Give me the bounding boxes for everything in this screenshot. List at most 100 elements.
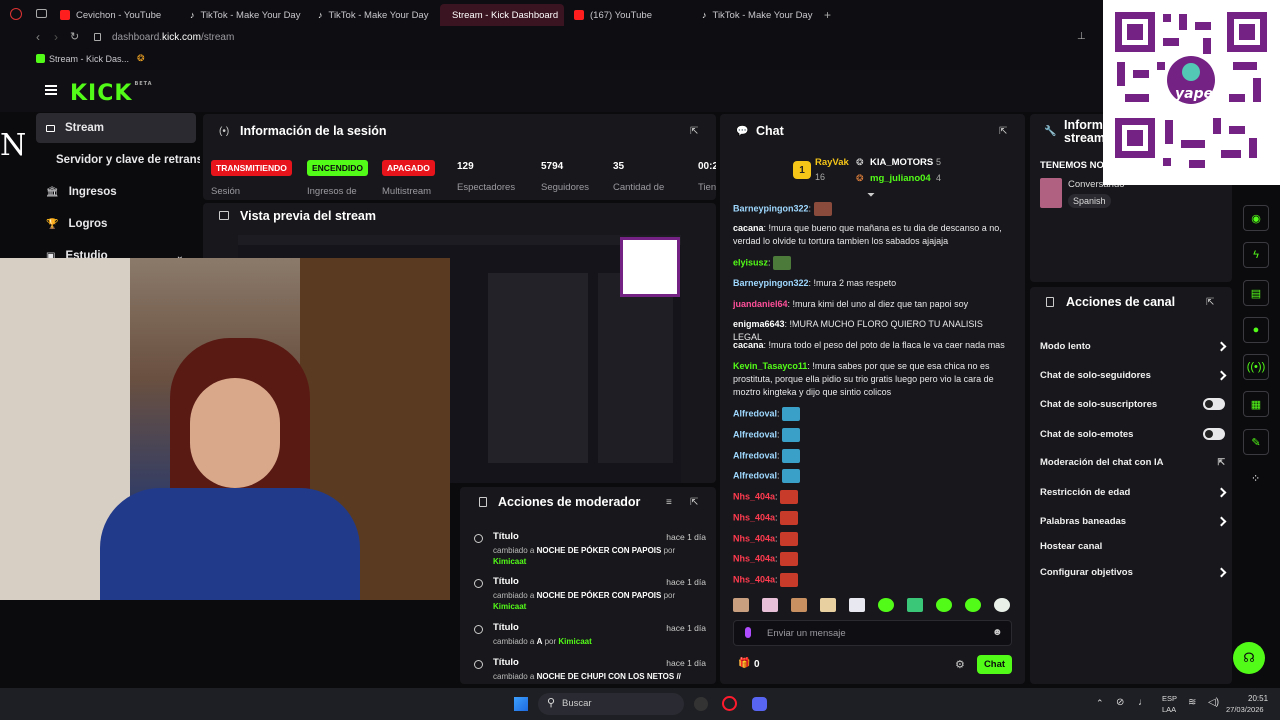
chat-username[interactable]: Alfredoval xyxy=(733,429,777,439)
opera-logo-icon[interactable] xyxy=(10,8,22,20)
chat-username[interactable]: Nhs_404a xyxy=(733,574,775,584)
discord-icon[interactable] xyxy=(752,697,767,711)
browser-tab-6[interactable]: ♪ TikTok - Make Your Day xyxy=(696,4,824,26)
chat-username[interactable]: Alfredoval xyxy=(733,408,777,418)
popout-icon[interactable]: ⇱ xyxy=(690,126,698,137)
chat-username[interactable]: Alfredoval xyxy=(733,470,777,480)
channel-action-row[interactable]: Configurar objetivos xyxy=(1040,562,1227,582)
emote-icon[interactable] xyxy=(907,598,923,612)
wrench-icon[interactable]: ✎ xyxy=(1243,429,1269,455)
apps-icon[interactable]: ⁘ xyxy=(1251,472,1260,485)
clock-time[interactable]: 20:51 xyxy=(1248,694,1268,703)
new-tab-button[interactable]: + xyxy=(824,8,831,22)
chat-username[interactable]: Barneypingon322 xyxy=(733,278,809,288)
chat-username[interactable]: juandaniel64 xyxy=(733,299,788,309)
bookmark-icon[interactable]: ❂ xyxy=(137,53,145,64)
emote-icon[interactable] xyxy=(878,598,894,612)
chat-username[interactable]: Alfredoval xyxy=(733,450,777,460)
back-icon[interactable]: ‹ xyxy=(36,30,40,44)
sidebar-item-server-key[interactable]: Servidor y clave de retransm xyxy=(46,145,200,175)
layout-icon[interactable]: ▦ xyxy=(1243,391,1269,417)
tab-overview-icon[interactable] xyxy=(36,9,47,18)
top-user-2[interactable]: KIA_MOTORS xyxy=(870,157,933,168)
gift-icon[interactable]: 🎁 xyxy=(738,658,750,669)
toggle-switch[interactable] xyxy=(1203,398,1225,410)
clipboard-icon[interactable]: ▤ xyxy=(1243,280,1269,306)
sidebar-item-logros[interactable]: 🏆 Logros xyxy=(36,209,196,239)
chat-username[interactable]: cacana xyxy=(733,223,764,233)
toggle-switch[interactable] xyxy=(1203,428,1225,440)
help-button[interactable]: ☊ xyxy=(1233,642,1265,674)
chevron-up-icon[interactable]: ⌃ xyxy=(1096,698,1104,709)
windows-start-icon[interactable] xyxy=(514,697,528,711)
forward-icon[interactable]: › xyxy=(54,30,58,44)
emoji-icon[interactable]: ☻ xyxy=(992,627,1003,638)
emote-icon[interactable] xyxy=(762,598,778,612)
chat-username[interactable]: enigma6643 xyxy=(733,319,785,329)
browser-tab-2[interactable]: ♪ TikTok - Make Your Day xyxy=(184,4,312,26)
browser-tab-active[interactable]: Stream - Kick Dashboard xyxy=(440,4,564,26)
chat-username[interactable]: Barneypingon322 xyxy=(733,203,809,213)
popout-icon[interactable]: ⇱ xyxy=(999,126,1007,137)
emote-icon[interactable] xyxy=(849,598,865,612)
filter-icon[interactable]: ≡ xyxy=(666,497,672,508)
url-field[interactable]: dashboard.kick.com/stream xyxy=(112,32,234,43)
browser-tab-5[interactable]: (167) YouTube xyxy=(568,4,696,26)
channel-action-row[interactable]: Modo lento xyxy=(1040,336,1227,356)
chat-username[interactable]: Nhs_404a xyxy=(733,512,775,522)
mic-icon[interactable] xyxy=(745,627,751,638)
chat-username[interactable]: cacana xyxy=(733,340,764,350)
popout-icon[interactable]: ⇱ xyxy=(690,497,698,508)
lang-1[interactable]: ESP xyxy=(1162,694,1177,703)
channel-action-row[interactable]: Chat de solo-suscriptores xyxy=(1040,394,1225,414)
app-icon[interactable] xyxy=(694,697,708,711)
mod-user[interactable]: Kimicaat xyxy=(493,602,526,611)
popout-icon[interactable]: ⇱ xyxy=(1206,297,1214,308)
browser-tab-3[interactable]: ♪ TikTok - Make Your Day xyxy=(312,4,440,26)
channel-action-row[interactable]: Restricción de edad xyxy=(1040,482,1227,502)
reload-icon[interactable]: ↻ xyxy=(70,30,79,43)
chat-username[interactable]: elyisusz xyxy=(733,257,768,267)
wifi-icon[interactable]: ≋ xyxy=(1188,697,1196,708)
chat-username[interactable]: Kevin_Tasayco11 xyxy=(733,361,807,371)
hamburger-menu-icon[interactable] xyxy=(45,85,57,95)
channel-action-row[interactable]: Palabras baneadas xyxy=(1040,511,1227,531)
chat-username[interactable]: Nhs_404a xyxy=(733,491,775,501)
volume-icon[interactable]: ◁) xyxy=(1208,697,1219,708)
bookmark-kick[interactable]: Stream - Kick Das... xyxy=(49,54,129,64)
mod-user[interactable]: Kimicaat xyxy=(558,637,591,646)
emote-icon[interactable] xyxy=(791,598,807,612)
session-icon: (•) xyxy=(219,126,230,137)
top-user-3[interactable]: mg_juliano04 xyxy=(870,173,931,184)
emote-icon[interactable] xyxy=(965,598,981,612)
top-user-1[interactable]: RayVak xyxy=(815,157,849,168)
sidebar-item-stream[interactable]: Stream xyxy=(36,113,196,143)
camera-icon[interactable]: ◉ xyxy=(1243,205,1269,231)
mic-tray-icon[interactable]: ♩ xyxy=(1138,697,1148,708)
chat-username[interactable]: Nhs_404a xyxy=(733,553,775,563)
emote-icon[interactable] xyxy=(936,598,952,612)
channel-action-row[interactable]: Moderación del chat con IA ⇱ xyxy=(1040,452,1225,472)
chat-input[interactable]: Enviar un mensaje ☻ xyxy=(733,620,1012,646)
sidebar-item-ingresos[interactable]: 🏛 Ingresos xyxy=(36,177,196,207)
channel-action-row[interactable]: Chat de solo-seguidores xyxy=(1040,365,1227,385)
send-chat-button[interactable]: Chat xyxy=(977,655,1012,674)
browser-tab-1[interactable]: Cevichon - YouTube xyxy=(54,4,182,26)
kick-logo[interactable]: KICK BETA xyxy=(70,81,153,106)
channel-action-row[interactable]: Chat de solo-emotes xyxy=(1040,424,1225,444)
emote-icon[interactable] xyxy=(994,598,1010,612)
broadcast-icon[interactable]: ((•)) xyxy=(1243,354,1269,380)
mod-user[interactable]: Kimicaat xyxy=(493,557,526,566)
gear-icon[interactable]: ⚙ xyxy=(955,658,965,671)
chat-bubble-icon[interactable]: ● xyxy=(1243,317,1269,343)
taskbar-search[interactable]: ⚲ Buscar xyxy=(538,693,684,715)
pin-icon[interactable]: ⊥ xyxy=(1077,31,1086,42)
emote-icon[interactable] xyxy=(733,598,749,612)
channel-action-row[interactable]: Hostear canal xyxy=(1040,536,1225,556)
lightning-icon[interactable]: ϟ xyxy=(1243,242,1269,268)
chevron-down-icon[interactable]: ⏷ xyxy=(867,190,875,201)
opera-taskbar-icon[interactable] xyxy=(722,696,737,711)
chat-username[interactable]: Nhs_404a xyxy=(733,533,775,543)
network-icon[interactable]: ⊘ xyxy=(1116,697,1124,708)
emote-icon[interactable] xyxy=(820,598,836,612)
